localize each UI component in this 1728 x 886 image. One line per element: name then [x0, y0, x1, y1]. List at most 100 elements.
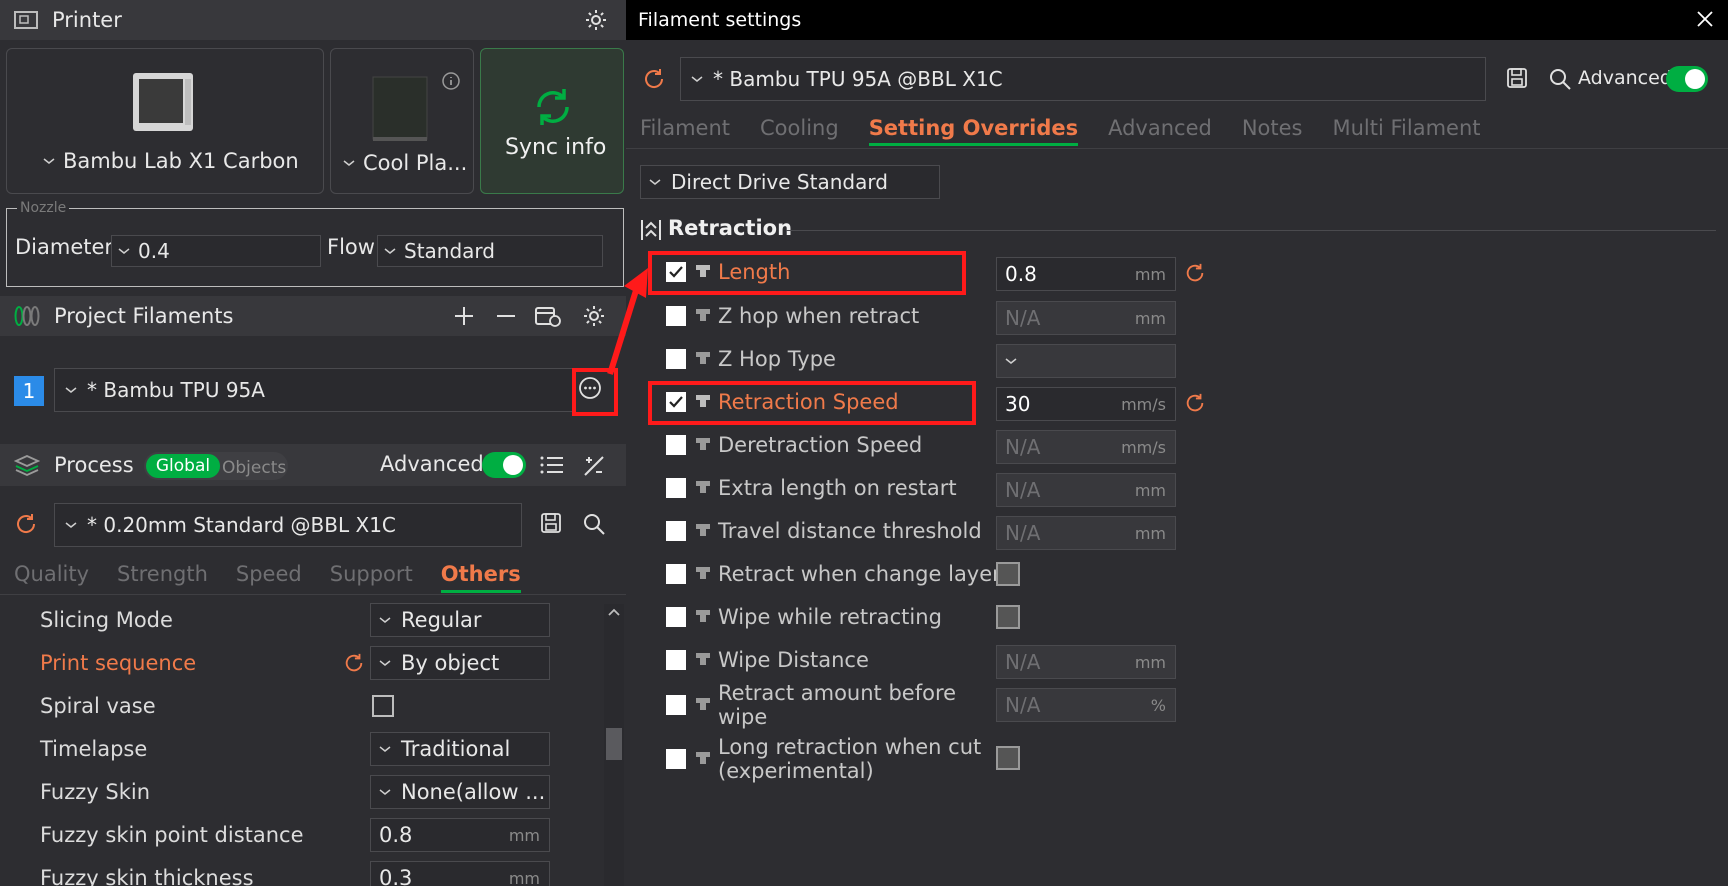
z-hop-row: Z hop when retract: [666, 298, 919, 334]
flow-label: Flow: [327, 235, 375, 259]
add-filament-plus-icon[interactable]: [452, 304, 476, 328]
process-save-icon[interactable]: [540, 512, 562, 534]
deretraction-speed-checkbox[interactable]: [666, 435, 686, 455]
travel-threshold-checkbox[interactable]: [666, 521, 686, 541]
extra-length-checkbox[interactable]: [666, 478, 686, 498]
tab-quality[interactable]: Quality: [14, 562, 89, 593]
length-input[interactable]: 0.8 mm: [996, 257, 1176, 291]
scroll-up-icon[interactable]: [604, 604, 624, 620]
wipe-distance-label: Wipe Distance: [718, 648, 869, 672]
fuzzy-skin-point-distance-unit: mm: [508, 825, 540, 845]
flow-select[interactable]: Standard: [377, 235, 603, 267]
print-sequence-select[interactable]: By object: [370, 646, 550, 680]
long-retraction-row: Long retraction when cut (experimental): [666, 734, 981, 784]
tab-support[interactable]: Support: [330, 562, 413, 593]
slicing-mode-select[interactable]: Regular: [370, 603, 550, 637]
fuzzy-skin-select[interactable]: None(allow ...: [370, 775, 550, 809]
close-icon[interactable]: [1696, 10, 1714, 28]
retraction-speed-reset-icon[interactable]: [1184, 392, 1206, 414]
filament-save-icon[interactable]: [1506, 67, 1528, 89]
sync-info-button[interactable]: Sync info: [480, 48, 624, 194]
process-scrollbar[interactable]: [604, 604, 624, 886]
process-search-icon[interactable]: [582, 512, 606, 536]
fuzzy-skin-thickness-input[interactable]: 0.3 mm: [370, 861, 550, 886]
tab-strength[interactable]: Strength: [117, 562, 208, 593]
z-hop-type-checkbox[interactable]: [666, 349, 686, 369]
filament-preset-select[interactable]: * Bambu TPU 95A @BBL X1C: [680, 57, 1486, 101]
print-sequence-value: By object: [401, 651, 500, 675]
extruder-nozzle-icon: [696, 698, 710, 710]
process-advanced-toggle[interactable]: [482, 452, 526, 478]
printer-select[interactable]: Bambu Lab X1 Carbon: [43, 149, 299, 173]
long-retraction-label-line2: (experimental): [718, 759, 874, 783]
timelapse-select[interactable]: Traditional: [370, 732, 550, 766]
plate-info-icon[interactable]: [441, 71, 461, 95]
printer-card[interactable]: Bambu Lab X1 Carbon: [6, 48, 324, 194]
tab-cooling[interactable]: Cooling: [760, 116, 839, 146]
chevron-down-icon: [65, 522, 77, 528]
z-hop-checkbox[interactable]: [666, 306, 686, 326]
extra-length-input[interactable]: N/A mm: [996, 473, 1176, 507]
extruder-nozzle-icon: [696, 752, 710, 764]
fuzzy-skin-point-distance-value: 0.8: [379, 823, 413, 847]
retract-layer-change-override-checkbox[interactable]: [666, 564, 686, 584]
process-list-icon[interactable]: [540, 454, 564, 476]
travel-threshold-row: Travel distance threshold: [666, 513, 982, 549]
extra-length-value: N/A: [1005, 478, 1041, 502]
spiral-vase-checkbox[interactable]: [372, 695, 394, 717]
global-option[interactable]: Global: [146, 454, 220, 478]
filament-search-icon[interactable]: [1548, 67, 1572, 91]
filament-select[interactable]: * Bambu TPU 95A: [54, 368, 574, 412]
retract-layer-change-checkbox[interactable]: [996, 562, 1020, 586]
sync-icon: [531, 85, 575, 133]
wipe-distance-checkbox[interactable]: [666, 650, 686, 670]
tab-notes[interactable]: Notes: [1242, 116, 1303, 146]
long-retraction-checkbox[interactable]: [996, 746, 1020, 770]
retraction-section-title: Retraction: [668, 216, 793, 240]
wipe-retracting-override-checkbox[interactable]: [666, 607, 686, 627]
tab-others[interactable]: Others: [440, 562, 521, 593]
plate-select[interactable]: Cool Pla...: [343, 151, 467, 175]
printer-settings-gear-icon[interactable]: [584, 8, 608, 32]
tab-setting-overrides[interactable]: Setting Overrides: [868, 116, 1079, 146]
process-reset-icon[interactable]: [14, 512, 38, 536]
fuzzy-skin-point-distance-input[interactable]: 0.8 mm: [370, 818, 550, 852]
tab-multi-filament[interactable]: Multi Filament: [1332, 116, 1480, 146]
retraction-speed-input[interactable]: 30 mm/s: [996, 387, 1176, 421]
wipe-retracting-checkbox[interactable]: [996, 605, 1020, 629]
extruder-type-select[interactable]: Direct Drive Standard: [640, 165, 940, 199]
retract-before-wipe-input[interactable]: N/A %: [996, 688, 1176, 722]
length-reset-icon[interactable]: [1184, 262, 1206, 284]
travel-threshold-input[interactable]: N/A mm: [996, 516, 1176, 550]
filament-sync-icon[interactable]: [534, 304, 562, 328]
left-panel: Printer Bambu Lab X1 Carbon Cool Pla... …: [0, 0, 626, 886]
z-hop-input[interactable]: N/A mm: [996, 301, 1176, 335]
process-advanced-label: Advanced: [380, 452, 484, 476]
highlight-length-row: [648, 251, 966, 295]
print-sequence-reset-icon[interactable]: [343, 652, 365, 674]
process-preset-select[interactable]: * 0.20mm Standard @BBL X1C: [54, 503, 522, 547]
wipe-distance-value: N/A: [1005, 650, 1041, 674]
retract-before-wipe-checkbox[interactable]: [666, 695, 686, 715]
extruder-nozzle-icon: [696, 610, 710, 622]
process-compare-icon[interactable]: [582, 454, 606, 478]
z-hop-type-select[interactable]: [996, 344, 1176, 378]
retract-layer-change-row: Retract when change layer: [666, 556, 1001, 592]
fuzzy-skin-thickness-unit: mm: [508, 868, 540, 886]
tab-filament[interactable]: Filament: [640, 116, 730, 146]
wipe-distance-unit: mm: [1134, 652, 1166, 672]
length-unit: mm: [1134, 264, 1166, 284]
deretraction-speed-input[interactable]: N/A mm/s: [996, 430, 1176, 464]
wipe-distance-input[interactable]: N/A mm: [996, 645, 1176, 679]
plate-card[interactable]: Cool Pla...: [330, 48, 474, 194]
tab-advanced[interactable]: Advanced: [1108, 116, 1212, 146]
filament-advanced-toggle[interactable]: [1666, 66, 1708, 92]
diameter-select[interactable]: 0.4: [111, 235, 321, 267]
objects-option[interactable]: Objects: [222, 458, 286, 478]
filament-reset-icon[interactable]: [642, 67, 666, 91]
tab-speed[interactable]: Speed: [236, 562, 302, 593]
long-retraction-override-checkbox[interactable]: [666, 749, 686, 769]
filament-slot-index[interactable]: 1: [14, 376, 44, 406]
scrollbar-thumb[interactable]: [606, 728, 622, 760]
remove-filament-minus-icon[interactable]: [494, 304, 518, 328]
